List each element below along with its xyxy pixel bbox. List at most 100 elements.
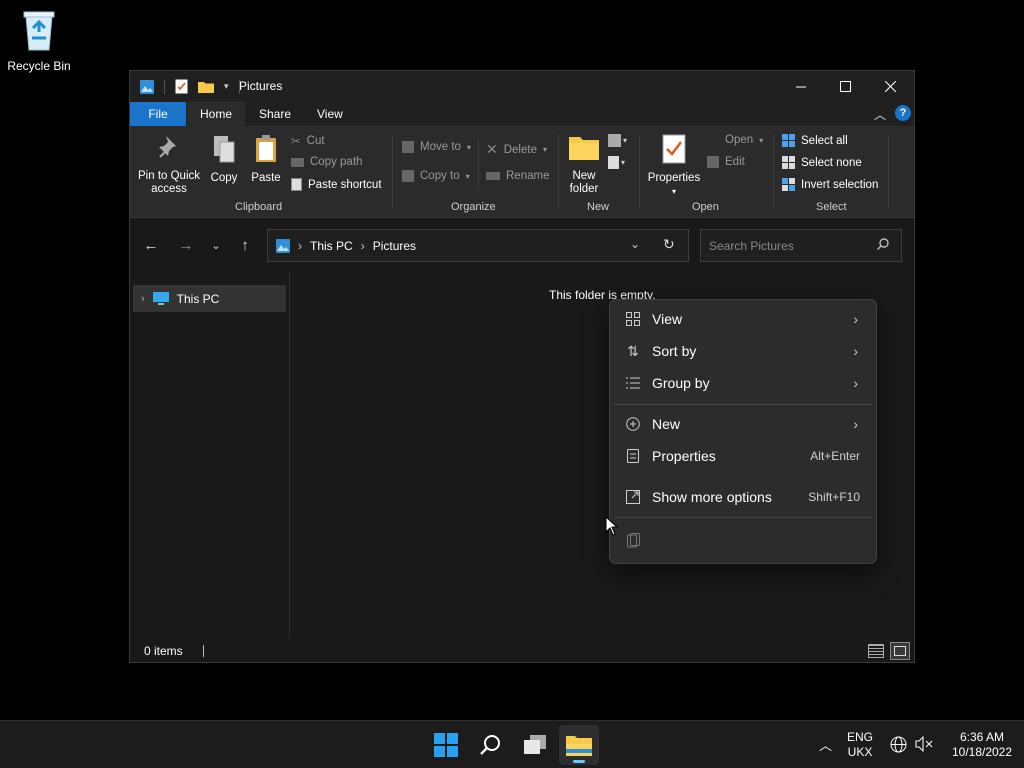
new-folder-button[interactable]: New folder bbox=[564, 134, 604, 196]
network-globe-icon[interactable] bbox=[890, 736, 907, 753]
open-button[interactable]: Open ▾ bbox=[725, 134, 763, 146]
show-more-shortcut: Shift+F10 bbox=[808, 490, 860, 504]
clock[interactable]: 6:36 AM 10/18/2022 bbox=[942, 730, 1022, 760]
item-count: 0 items bbox=[144, 643, 183, 658]
tab-file[interactable]: File bbox=[130, 102, 186, 126]
paste-button[interactable]: Paste bbox=[248, 134, 284, 185]
context-menu-view[interactable]: View › bbox=[614, 304, 872, 334]
address-dropdown-icon[interactable]: ⌄ bbox=[630, 237, 640, 251]
context-menu-show-more-options[interactable]: Show more options Shift+F10 bbox=[614, 482, 872, 512]
clock-date: 10/18/2022 bbox=[951, 745, 1013, 759]
select-none-button[interactable]: Select none bbox=[782, 156, 862, 169]
select-all-label: Select all bbox=[801, 134, 848, 147]
breadcrumb-separator-icon: › bbox=[298, 238, 302, 253]
volume-muted-icon[interactable] bbox=[915, 736, 933, 752]
pictures-icon bbox=[140, 79, 154, 94]
delete-button[interactable]: ✕ Delete ▾ bbox=[486, 141, 547, 158]
context-menu-properties[interactable]: Properties Alt+Enter bbox=[614, 441, 872, 471]
maximize-button[interactable] bbox=[823, 71, 868, 102]
show-hidden-icons-button[interactable]: ︿ bbox=[819, 735, 832, 754]
task-view-icon bbox=[524, 735, 546, 754]
move-to-dropdown-icon: ▾ bbox=[466, 142, 471, 152]
language-indicator[interactable]: ENG UKX bbox=[846, 730, 874, 760]
paste-shortcut-button[interactable]: Paste shortcut bbox=[291, 178, 382, 191]
search-box[interactable]: Search Pictures bbox=[700, 229, 902, 262]
view-label: View bbox=[652, 311, 683, 327]
nav-item-this-pc[interactable]: › This PC bbox=[133, 285, 286, 312]
minimize-icon bbox=[795, 86, 806, 87]
clock-time: 6:36 AM bbox=[959, 730, 1005, 744]
context-menu-paste[interactable] bbox=[614, 525, 872, 555]
customize-toolbar-icon[interactable]: ▾ bbox=[224, 81, 229, 92]
open-group-label: Open bbox=[692, 201, 719, 213]
tab-view[interactable]: View bbox=[307, 102, 353, 126]
move-to-button[interactable]: Move to ▾ bbox=[402, 141, 471, 153]
details-view-button[interactable] bbox=[868, 644, 884, 658]
back-button[interactable]: ← bbox=[140, 234, 162, 256]
cut-button[interactable]: ✂ Cut bbox=[291, 134, 325, 148]
group-by-label: Group by bbox=[652, 375, 710, 391]
select-all-button[interactable]: Select all bbox=[782, 134, 848, 147]
taskbar: ︿ ENG UKX 6:36 AM 10/18/2022 bbox=[0, 720, 1024, 768]
folder-icon bbox=[569, 137, 599, 160]
sort-by-label: Sort by bbox=[652, 343, 697, 359]
pin-label-2: access bbox=[151, 183, 187, 195]
context-menu: View › ⇅ Sort by › Group by › New › Prop… bbox=[609, 299, 877, 564]
refresh-icon[interactable]: ↻ bbox=[663, 236, 675, 253]
tab-home[interactable]: Home bbox=[187, 102, 245, 126]
sort-icon: ⇅ bbox=[627, 342, 639, 359]
expand-chevron-icon[interactable]: › bbox=[141, 293, 145, 305]
new-folder-quick-icon[interactable] bbox=[198, 80, 214, 93]
show-more-icon bbox=[614, 490, 652, 504]
forward-button[interactable]: → bbox=[175, 234, 197, 256]
file-explorer-taskbar-button[interactable] bbox=[559, 725, 599, 765]
copy-icon bbox=[214, 136, 235, 163]
large-icons-view-button[interactable] bbox=[890, 642, 910, 660]
breadcrumb-this-pc[interactable]: This PC bbox=[310, 239, 353, 253]
new-folder-label-2: folder bbox=[569, 183, 599, 195]
pin-quick-access-button[interactable]: Pin to Quick access bbox=[136, 134, 202, 196]
properties-check-icon[interactable] bbox=[175, 79, 188, 94]
copy-to-button[interactable]: Copy to ▾ bbox=[402, 170, 470, 182]
properties-label: Properties bbox=[647, 172, 701, 184]
rename-icon bbox=[486, 172, 500, 180]
context-menu-sort-by[interactable]: ⇅ Sort by › bbox=[614, 336, 872, 366]
recent-locations-button[interactable]: ⌄ bbox=[205, 234, 227, 256]
task-view-button[interactable] bbox=[515, 725, 555, 765]
computer-icon bbox=[152, 291, 169, 305]
rename-button[interactable]: Rename bbox=[486, 170, 549, 182]
close-button[interactable] bbox=[868, 71, 913, 102]
forward-arrow-icon: → bbox=[178, 236, 194, 254]
properties-dropdown-icon: ▾ bbox=[671, 187, 676, 196]
start-button[interactable] bbox=[426, 725, 466, 765]
keyboard-layout: UKX bbox=[847, 745, 873, 759]
breadcrumb-separator-icon: › bbox=[360, 238, 365, 253]
breadcrumb-pictures[interactable]: Pictures bbox=[373, 239, 416, 253]
help-icon[interactable]: ? bbox=[895, 105, 911, 121]
collapse-ribbon-icon[interactable]: ︿ bbox=[874, 106, 886, 123]
properties-menu-label: Properties bbox=[652, 448, 716, 464]
search-taskbar-button[interactable] bbox=[470, 725, 510, 765]
new-item-button[interactable]: ▾ bbox=[608, 134, 627, 147]
copy-button[interactable]: Copy bbox=[206, 134, 242, 185]
tab-share[interactable]: Share bbox=[249, 102, 301, 126]
copy-path-button[interactable]: Copy path bbox=[291, 156, 362, 168]
context-menu-new[interactable]: New › bbox=[614, 409, 872, 439]
easy-access-button[interactable]: ▾ bbox=[608, 156, 625, 169]
minimize-button[interactable] bbox=[778, 71, 823, 102]
add-circle-icon bbox=[614, 417, 652, 431]
recycle-bin-desktop-icon[interactable]: Recycle Bin bbox=[4, 6, 74, 73]
edit-button[interactable]: Edit bbox=[707, 156, 745, 168]
new-folder-label-1: New bbox=[572, 170, 596, 182]
copy-to-icon bbox=[402, 170, 414, 182]
ribbon-tabs: File Home Share View ︿ ? bbox=[130, 102, 914, 126]
submenu-arrow-icon: › bbox=[853, 416, 858, 432]
invert-selection-button[interactable]: Invert selection bbox=[782, 178, 878, 191]
properties-button[interactable]: Properties ▾ bbox=[645, 134, 703, 198]
file-explorer-icon bbox=[566, 736, 592, 756]
address-bar[interactable]: › This PC › Pictures ⌄ ↻ bbox=[267, 229, 689, 262]
context-menu-group-by[interactable]: Group by › bbox=[614, 368, 872, 398]
up-button[interactable]: ↑ bbox=[234, 234, 256, 256]
title-bar[interactable]: ▾ Pictures bbox=[130, 71, 914, 102]
new-item-icon bbox=[608, 134, 621, 147]
